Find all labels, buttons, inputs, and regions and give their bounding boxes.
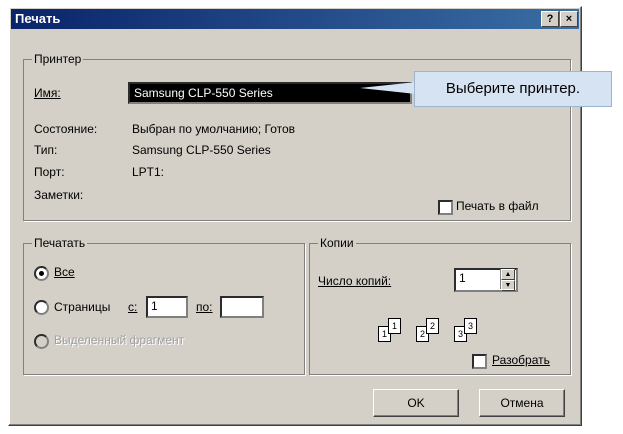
cancel-button[interactable]: Отмена [479, 389, 565, 417]
spin-up-icon[interactable]: ▲ [501, 269, 515, 280]
printer-group-label: Принтер [32, 52, 84, 66]
pages-radio[interactable] [34, 300, 49, 315]
spin-down-icon[interactable]: ▼ [501, 280, 515, 291]
print-dialog: Печать ? × Принтер Имя: Samsung CLP-550 … [8, 6, 582, 426]
status-value: Выбран по умолчанию; Готов [132, 122, 296, 136]
name-label: Имя: [34, 86, 61, 100]
type-label: Тип: [34, 143, 58, 157]
type-value: Samsung CLP-550 Series [132, 143, 271, 157]
copies-count-stepper[interactable]: 1 ▲ ▼ [454, 268, 518, 292]
help-button[interactable]: ? [541, 11, 559, 27]
to-label: по: [196, 300, 213, 314]
from-input[interactable]: 1 [146, 296, 188, 318]
callout-pointer [360, 82, 416, 94]
close-button[interactable]: × [560, 11, 578, 27]
print-to-file-label: Печать в файл [456, 199, 539, 213]
selection-label: Выделенный фрагмент [54, 333, 185, 347]
callout-box: Выберите принтер. [414, 71, 612, 107]
copies-count-value: 1 [459, 271, 466, 285]
print-to-file-checkbox[interactable] [438, 200, 453, 215]
all-label: Все [54, 265, 75, 279]
collate-page-icon: 2 [426, 318, 439, 334]
copies-group: Копии Число копий: 1 ▲ ▼ 1 1 2 2 3 3 Раз… [309, 236, 571, 375]
collate-page-icon: 1 [388, 318, 401, 334]
port-value: LPT1: [132, 165, 165, 179]
notes-label: Заметки: [34, 188, 84, 202]
copies-spin-buttons[interactable]: ▲ ▼ [500, 269, 515, 291]
port-label: Порт: [34, 165, 65, 179]
to-input[interactable] [220, 296, 264, 318]
dialog-title: Печать [15, 11, 61, 26]
from-label: с: [128, 300, 138, 314]
copies-label: Копии [318, 236, 356, 250]
from-value: 1 [151, 299, 158, 313]
all-radio[interactable] [34, 266, 49, 281]
print-range-group: Печатать Все Страницы с: 1 по: Выделенны… [23, 236, 305, 375]
pages-label: Страницы [54, 300, 111, 314]
copies-count-label: Число копий: [318, 274, 392, 288]
ok-button[interactable]: OK [373, 389, 459, 417]
printer-name-value: Samsung CLP-550 Series [134, 86, 273, 100]
collate-label: Разобрать [492, 353, 550, 367]
collate-page-icon: 3 [464, 318, 477, 334]
print-range-label: Печатать [32, 236, 88, 250]
collate-checkbox[interactable] [472, 354, 487, 369]
selection-radio[interactable] [34, 334, 49, 349]
title-bar: Печать ? × [11, 9, 579, 29]
status-label: Состояние: [34, 122, 98, 136]
